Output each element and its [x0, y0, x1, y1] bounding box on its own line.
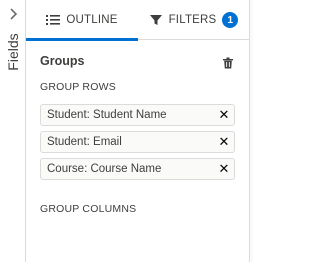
chevron-right-icon[interactable] — [6, 8, 20, 22]
tab-outline[interactable]: OUTLINE — [26, 0, 138, 41]
tab-outline-label: OUTLINE — [66, 14, 118, 26]
close-icon[interactable]: ✕ — [214, 132, 234, 152]
group-row-label: Student: Student Name — [47, 109, 167, 121]
close-icon[interactable]: ✕ — [214, 159, 234, 179]
group-row-label: Student: Email — [47, 136, 122, 148]
tab-filters-label: FILTERS — [168, 14, 217, 26]
group-row-item[interactable]: Student: Email ✕ — [40, 131, 235, 153]
groups-section: Groups GROUP ROWS Student: Student Name … — [26, 40, 249, 262]
group-rows-label: GROUP ROWS — [40, 81, 116, 93]
list-icon — [46, 13, 61, 27]
filters-count-badge: 1 — [222, 12, 239, 28]
fields-rail[interactable]: Fields — [0, 0, 26, 262]
groups-title: Groups — [40, 54, 85, 68]
group-row-item[interactable]: Student: Student Name ✕ — [40, 104, 235, 126]
tab-filters[interactable]: FILTERS 1 — [138, 0, 249, 40]
group-columns-label: GROUP COLUMNS — [40, 203, 137, 215]
group-row-item[interactable]: Course: Course Name ✕ — [40, 158, 235, 180]
panel-divider — [249, 0, 253, 262]
close-icon[interactable]: ✕ — [214, 105, 234, 125]
outline-panel: OUTLINE FILTERS 1 Groups GROUP ROWS Stud… — [26, 0, 249, 262]
trash-icon[interactable] — [222, 56, 234, 69]
group-row-label: Course: Course Name — [47, 163, 162, 175]
fields-rail-label[interactable]: Fields — [5, 27, 21, 77]
filter-icon — [149, 13, 163, 27]
panel-tabs: OUTLINE FILTERS 1 — [26, 0, 249, 41]
